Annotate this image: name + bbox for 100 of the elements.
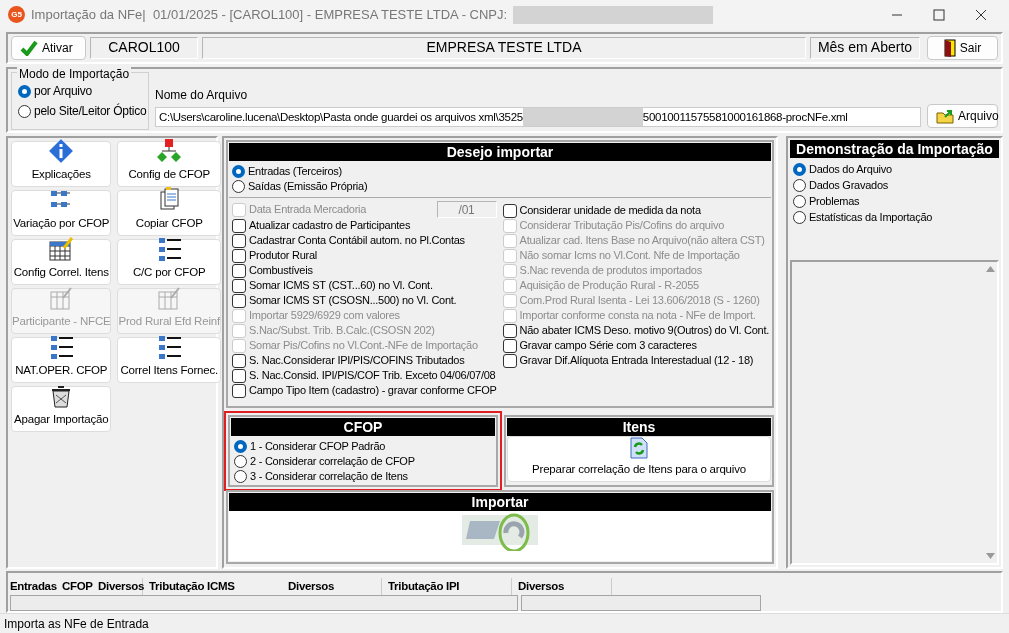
column-header: Diversos	[98, 577, 143, 595]
close-icon[interactable]	[975, 8, 987, 21]
checkbox[interactable]	[232, 293, 246, 308]
radio-label: por Arquivo	[34, 83, 92, 101]
table-icon	[156, 285, 183, 311]
radio-label: Problemas	[809, 194, 860, 209]
radio-button[interactable]	[232, 180, 245, 194]
checkbox-label: Atualizar cad. Itens Base no Arquivo(não altera CST)	[519, 233, 765, 249]
checkbox[interactable]	[232, 248, 246, 263]
radio-label: 3 - Considerar correlação de Itens	[250, 469, 408, 485]
date-field: /01	[436, 201, 497, 219]
group-title: Modo de Importação	[17, 65, 132, 84]
radio-label: Saídas (Emissão Própria)	[248, 179, 368, 195]
checkbox[interactable]	[502, 353, 517, 368]
radio-button[interactable]	[793, 194, 806, 208]
info-icon	[48, 138, 75, 164]
radio-button[interactable]	[232, 165, 245, 179]
radio-button[interactable]	[234, 440, 247, 454]
checkbox-label: Considerar Tributação Pis/Cofins do arquivo	[519, 218, 725, 234]
column-header: CFOP	[62, 578, 94, 594]
checkbox[interactable]	[232, 263, 246, 278]
action-button[interactable]: NAT.OPER. CFOP	[11, 337, 112, 384]
checkbox[interactable]	[502, 323, 517, 338]
radio-button[interactable]	[793, 162, 806, 176]
checkbox-label: Gravar campo Série com 3 caracteres	[519, 338, 697, 354]
checkbox-label: Somar ICMS ST (CSOSN...500) no Vl. Cont.	[249, 293, 457, 309]
list-icon	[156, 236, 183, 262]
checkbox-label: Somar ICMS ST (CST...60) no Vl. Cont.	[249, 278, 433, 294]
column-header: Diversos	[512, 577, 612, 595]
section-header: Desejo importar	[229, 143, 771, 162]
check-icon	[20, 39, 38, 56]
radio-button[interactable]	[234, 470, 247, 484]
action-button[interactable]: Correl Itens Fornec.	[117, 337, 221, 384]
user-field: CAROL100	[90, 36, 198, 59]
file-path-field[interactable]: C:\Users\caroline.lucena\Desktop\Pasta onde guardei os arquivos xml\3525 50010011575581000161868-procNFe.xml	[155, 107, 921, 128]
checkbox-label: Atualizar cadastro de Participantes	[249, 218, 411, 234]
prepare-button[interactable]: Preparar correlação de Itens para o arquivo	[507, 436, 771, 483]
checkbox-label: Data Entrada Mercadoria	[249, 202, 367, 218]
maximize-icon[interactable]	[933, 8, 945, 21]
radio-label: Dados do Arquivo	[809, 162, 892, 177]
table-icon	[48, 236, 75, 262]
radio-button[interactable]	[18, 104, 31, 118]
section-header: Itens	[507, 418, 771, 437]
tree-icon	[156, 138, 183, 164]
checkbox[interactable]	[232, 383, 246, 398]
list-icon	[156, 334, 183, 360]
checkbox[interactable]	[232, 353, 246, 368]
radio-label: Estatísticas da Importação	[809, 210, 933, 225]
company-field: EMPRESA TESTE LTDA	[202, 36, 806, 59]
action-button[interactable]: Copiar CFOP	[117, 190, 221, 237]
action-button[interactable]: Explicações	[11, 141, 112, 188]
file-button[interactable]: Arquivo	[927, 104, 998, 129]
column-header: Entradas	[10, 578, 58, 594]
app-logo: G5	[8, 6, 25, 24]
checkbox-label: S. Nac.Considerar IPI/PIS/COFINS Tributados	[249, 353, 465, 369]
checkbox-label: S. Nac.Consid. IPI/PIS/COF Trib. Exceto 04/06/07/08	[249, 368, 496, 384]
status-text: Importa as NFe de Entrada	[0, 613, 1009, 633]
checkbox-label: Não somar Icms no Vl.Cont. Nfe de Importação	[519, 248, 740, 264]
checkbox-label: Aquisição de Produção Rural - R-2055	[519, 278, 699, 294]
action-button[interactable]: Apagar Importação	[11, 386, 112, 433]
action-button[interactable]: C/C por CFOP	[117, 239, 221, 286]
checkbox-label: Importar conforme consta na nota - NFe de Import.	[519, 308, 756, 324]
checkbox[interactable]	[232, 278, 246, 293]
door-icon	[943, 38, 956, 57]
checkbox[interactable]	[232, 218, 246, 233]
checkbox[interactable]	[502, 203, 517, 218]
list-icon	[48, 334, 75, 360]
folder-icon	[936, 108, 954, 124]
action-button[interactable]: Variação por CFOP	[11, 190, 112, 237]
checkbox-label: S.Nac revenda de produtos importados	[519, 263, 702, 279]
radio-label: 2 - Considerar correlação de CFOP	[250, 454, 415, 470]
radio-label: Dados Gravados	[809, 178, 889, 193]
action-button[interactable]: Config Correl. Itens	[11, 239, 112, 286]
checkbox-label: S.Nac/Subst. Trib. B.Calc.(CSOSN 202)	[249, 323, 435, 339]
radio-label: 1 - Considerar CFOP Padrão	[250, 439, 386, 455]
checkbox[interactable]	[232, 368, 246, 383]
radio-label: pelo Site/Leitor Óptico	[34, 102, 147, 121]
exit-button[interactable]: Sair	[927, 35, 998, 60]
activate-button[interactable]: Ativar	[11, 35, 86, 60]
section-header: CFOP	[231, 418, 495, 437]
radio-button[interactable]	[234, 455, 247, 469]
checkbox-label: Gravar Dif.Alíquota Entrada Interestadual (12 - 18)	[519, 353, 754, 369]
action-button: Participante - NFCE	[11, 288, 112, 335]
action-button: Prod Rural Efd Reinf	[117, 288, 221, 335]
section-header: Demonstração da Importação	[790, 140, 999, 159]
checkbox-label: Considerar unidade de medida da nota	[519, 203, 701, 219]
action-button[interactable]: Config de CFOP	[117, 141, 221, 188]
checkbox[interactable]	[502, 338, 517, 353]
radio-button[interactable]	[18, 84, 31, 98]
checkbox-label: Não abater ICMS Deso. motivo 9(Outros) do Vl. Cont.	[519, 323, 770, 339]
checkbox-label: Produtor Rural	[249, 248, 318, 264]
checkbox[interactable]	[232, 233, 246, 248]
checkbox-label: Cadastrar Conta Contábil autom. no Pl.Contas	[249, 233, 465, 249]
column-header: Diversos	[282, 577, 382, 595]
checkbox-label: Com.Prod Rural Isenta - Lei 13.606/2018 (S - 1260)	[519, 293, 760, 309]
radio-button[interactable]	[793, 210, 806, 224]
column-header: Tributação ICMS	[148, 578, 236, 594]
radio-button[interactable]	[793, 178, 806, 192]
window-title: Importação da NFe| 01/01/2025 - [CAROL100] - EMPRESA TESTE LTDA - CNPJ:	[31, 6, 508, 25]
table-icon	[48, 285, 75, 311]
